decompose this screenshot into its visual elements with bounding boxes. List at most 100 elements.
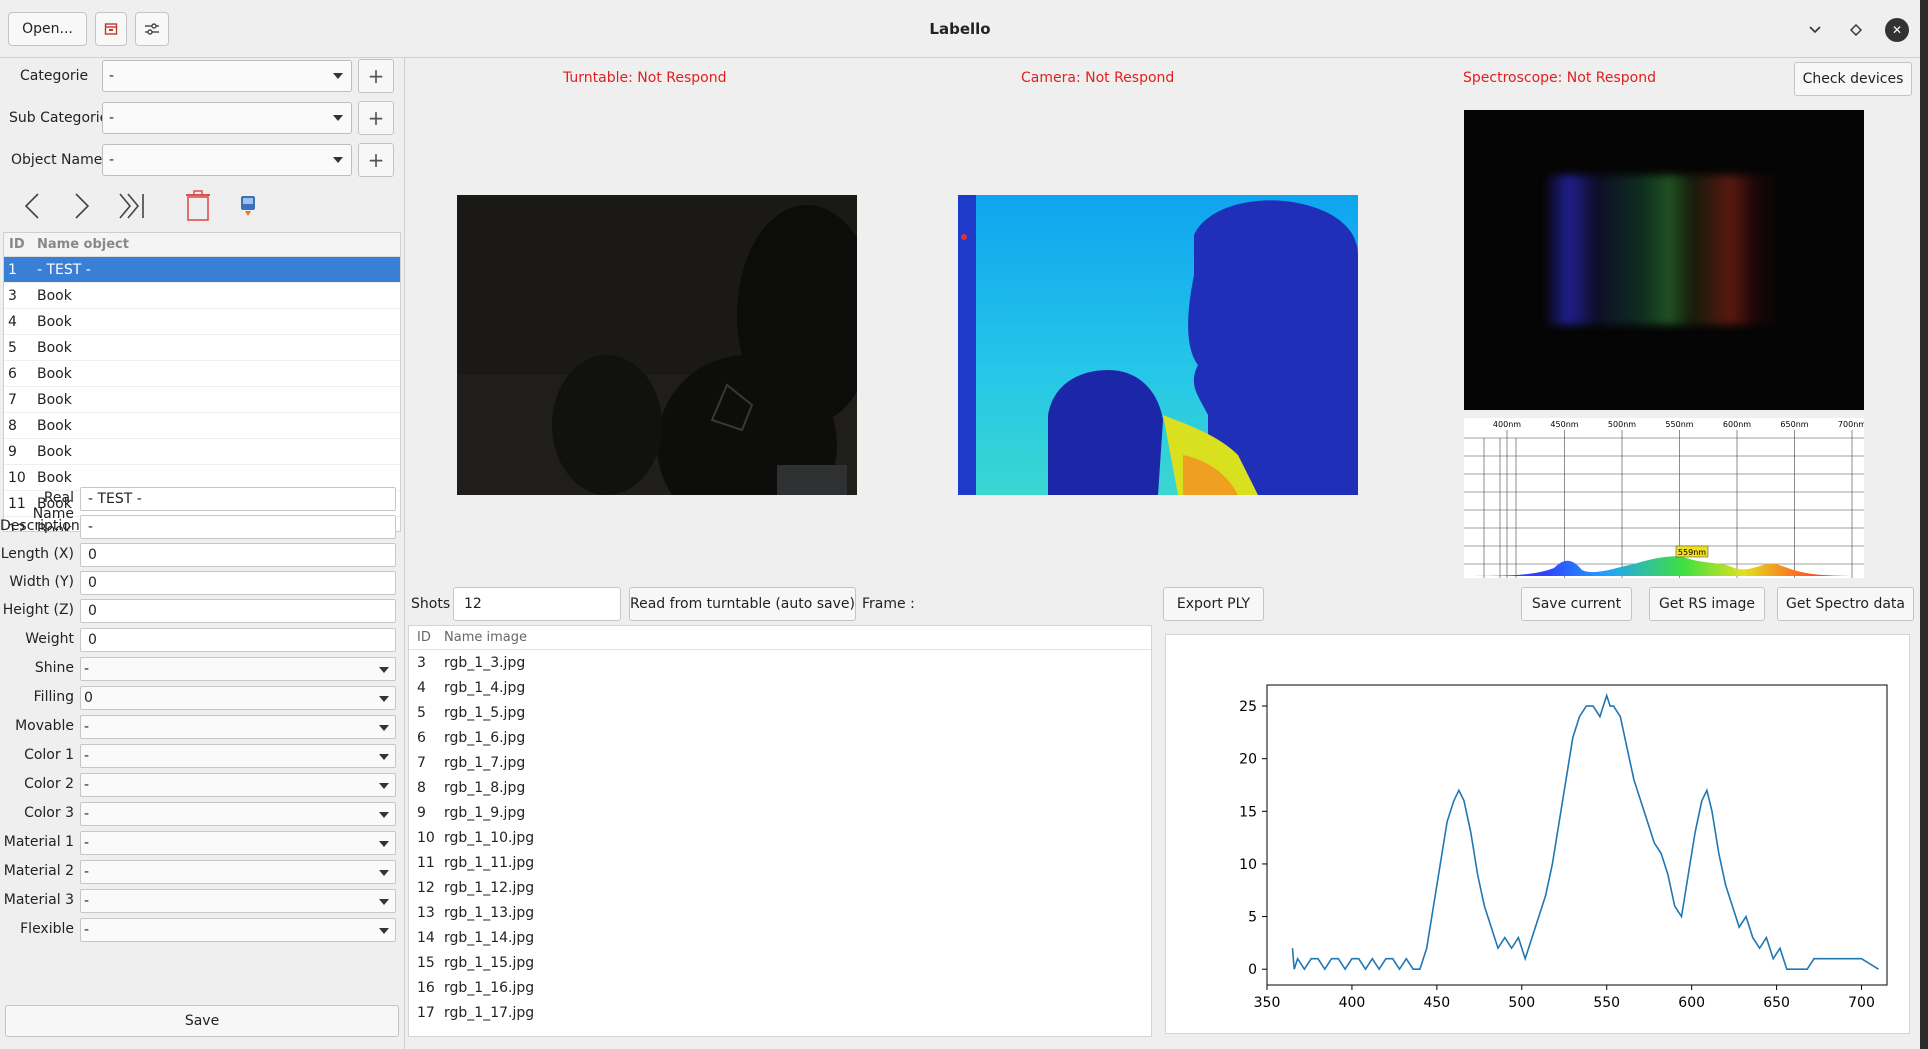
objectname-select[interactable]: - (102, 144, 352, 176)
image-id: 17 (417, 1004, 435, 1021)
image-name: rgb_1_14.jpg (444, 929, 535, 946)
field-input[interactable]: 0 (80, 571, 396, 595)
rgb-image (457, 195, 857, 495)
field-select[interactable]: - (80, 657, 396, 681)
object-row[interactable]: 9 Book (4, 439, 400, 465)
image-row[interactable]: 7 rgb_1_7.jpg (409, 750, 1151, 775)
image-row[interactable]: 6 rgb_1_6.jpg (409, 725, 1151, 750)
add-categorie-button[interactable]: + (358, 59, 394, 93)
field-select[interactable]: - (80, 744, 396, 768)
frame-label: Frame : (862, 596, 915, 612)
image-name: rgb_1_9.jpg (444, 804, 526, 821)
subcategorie-label: Sub Categorie (9, 110, 109, 126)
get-spectro-data-button[interactable]: Get Spectro data (1777, 587, 1914, 621)
read-turntable-button[interactable]: Read from turntable (auto save) (629, 587, 856, 621)
add-subcategorie-button[interactable]: + (358, 101, 394, 135)
image-id: 15 (417, 954, 435, 971)
image-name: rgb_1_13.jpg (444, 904, 535, 921)
y-tick-label: 20 (1239, 752, 1257, 768)
spectroscope-status: Spectroscope: Not Respond (1463, 70, 1657, 86)
object-row[interactable]: 8 Book (4, 413, 400, 439)
image-name: rgb_1_6.jpg (444, 729, 526, 746)
save-current-button[interactable]: Save current (1521, 587, 1632, 621)
x-tick-label: 600 (1678, 995, 1705, 1011)
object-row[interactable]: 6 Book (4, 361, 400, 387)
spectrum-series-line (1291, 692, 1879, 971)
previous-icon[interactable] (12, 186, 52, 226)
field-value: 0 (84, 690, 93, 706)
field-input[interactable]: 0 (80, 543, 396, 567)
x-tick-label: 450 (1423, 995, 1450, 1011)
turntable-status: Turntable: Not Respond (563, 70, 727, 86)
object-row[interactable]: 3 Book (4, 283, 400, 309)
image-row[interactable]: 13 rgb_1_13.jpg (409, 900, 1151, 925)
image-row[interactable]: 9 rgb_1_9.jpg (409, 800, 1151, 825)
trash-icon[interactable] (178, 186, 218, 226)
image-row[interactable]: 4 rgb_1_4.jpg (409, 675, 1151, 700)
field-input[interactable]: 0 (80, 628, 396, 652)
image-row[interactable]: 12 rgb_1_12.jpg (409, 875, 1151, 900)
field-label: Width (Y) (9, 574, 74, 590)
object-row[interactable]: 4 Book (4, 309, 400, 335)
field-input[interactable]: - (80, 515, 396, 539)
field-select[interactable]: 0 (80, 686, 396, 710)
categorie-select[interactable]: - (102, 60, 352, 92)
title-bar: Open... Labello ✕ (0, 0, 1920, 58)
field-label: Movable (15, 718, 74, 734)
field-select[interactable]: - (80, 889, 396, 913)
field-select[interactable]: - (80, 773, 396, 797)
image-row[interactable]: 16 rgb_1_16.jpg (409, 975, 1151, 1000)
last-icon[interactable] (112, 186, 152, 226)
image-row[interactable]: 10 rgb_1_10.jpg (409, 825, 1151, 850)
image-id: 7 (417, 754, 426, 771)
field-label: Length (X) (0, 546, 74, 562)
next-icon[interactable] (62, 186, 102, 226)
shots-input[interactable]: 12 (453, 587, 621, 621)
database-save-icon[interactable] (228, 186, 268, 226)
field-value: - (88, 519, 94, 535)
get-rs-image-button[interactable]: Get RS image (1649, 587, 1765, 621)
field-value: - (84, 893, 90, 909)
object-row[interactable]: 5 Book (4, 335, 400, 361)
x-tick-label: 400 (1339, 995, 1366, 1011)
field-select[interactable]: - (80, 860, 396, 884)
header-id: ID (9, 237, 25, 252)
object-row[interactable]: 1 - TEST - (4, 257, 400, 283)
field-value: - (84, 864, 90, 880)
field-value: 0 (88, 575, 97, 591)
image-row[interactable]: 3 rgb_1_3.jpg (409, 650, 1151, 675)
image-row[interactable]: 15 rgb_1_15.jpg (409, 950, 1151, 975)
x-tick-label: 700 (1848, 995, 1875, 1011)
object-id: 5 (8, 339, 17, 356)
chevron-down-icon[interactable] (1803, 18, 1827, 42)
object-id: 4 (8, 313, 17, 330)
subcategorie-select[interactable]: - (102, 102, 352, 134)
categorie-label: Categorie (20, 68, 89, 84)
image-name: rgb_1_4.jpg (444, 679, 526, 696)
image-row[interactable]: 8 rgb_1_8.jpg (409, 775, 1151, 800)
add-objectname-button[interactable]: + (358, 143, 394, 177)
object-row[interactable]: 7 Book (4, 387, 400, 413)
close-icon[interactable]: ✕ (1885, 18, 1909, 42)
field-select[interactable]: - (80, 918, 396, 942)
image-row[interactable]: 5 rgb_1_5.jpg (409, 700, 1151, 725)
image-row[interactable]: 14 rgb_1_14.jpg (409, 925, 1151, 950)
field-input[interactable]: - TEST - (80, 487, 396, 511)
field-select[interactable]: - (80, 715, 396, 739)
image-row[interactable]: 17 rgb_1_17.jpg (409, 1000, 1151, 1025)
export-ply-button[interactable]: Export PLY (1163, 587, 1264, 621)
diamond-icon[interactable] (1844, 18, 1868, 42)
check-devices-button[interactable]: Check devices (1794, 62, 1912, 96)
y-tick-label: 15 (1239, 804, 1257, 820)
save-button[interactable]: Save (5, 1005, 399, 1037)
camera-status: Camera: Not Respond (1021, 70, 1175, 86)
spectro-tick-label: 650nm (1780, 420, 1808, 429)
field-input[interactable]: 0 (80, 599, 396, 623)
field-select[interactable]: - (80, 831, 396, 855)
object-name: Book (37, 469, 72, 486)
spectro-tick-label: 500nm (1608, 420, 1636, 429)
x-tick-label: 550 (1593, 995, 1620, 1011)
image-name: rgb_1_11.jpg (444, 854, 535, 871)
image-row[interactable]: 11 rgb_1_11.jpg (409, 850, 1151, 875)
field-select[interactable]: - (80, 802, 396, 826)
